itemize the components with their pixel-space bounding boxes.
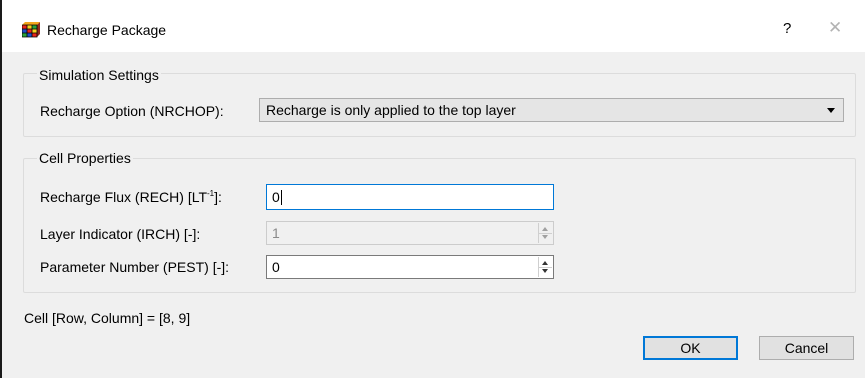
spin-up-icon[interactable]	[542, 261, 548, 265]
ok-button[interactable]: OK	[643, 336, 738, 360]
parameter-number-label: Parameter Number (PEST) [-]:	[40, 259, 230, 275]
chevron-down-icon[interactable]	[827, 108, 835, 113]
recharge-flux-input[interactable]: 0	[266, 184, 554, 210]
recharge-flux-value: 0	[272, 189, 280, 205]
simulation-settings-title: Simulation Settings	[37, 67, 161, 83]
layer-indicator-label: Layer Indicator (IRCH) [-]:	[40, 226, 201, 242]
title-bar: Recharge Package ? ✕	[2, 0, 865, 52]
spin-up-icon[interactable]	[542, 227, 548, 231]
cell-location-status: Cell [Row, Column] = [8, 9]	[24, 310, 191, 326]
dialog-body: Simulation Settings Recharge Option (NRC…	[2, 52, 865, 378]
spin-down-icon[interactable]	[542, 269, 548, 273]
parameter-number-value: 0	[272, 259, 280, 275]
text-caret	[281, 190, 282, 205]
layer-indicator-spinbox[interactable]: 1	[266, 221, 554, 245]
parameter-number-spin-buttons[interactable]	[538, 257, 552, 277]
recharge-option-label: Recharge Option (NRCHOP):	[40, 103, 224, 119]
close-button[interactable]: ✕	[828, 18, 842, 38]
window-title: Recharge Package	[47, 22, 167, 38]
layer-indicator-value: 1	[272, 225, 280, 241]
recharge-flux-label: Recharge Flux (RECH) [LT-1]:	[40, 189, 222, 205]
parameter-number-spinbox[interactable]: 0	[266, 255, 554, 279]
recharge-option-value: Recharge is only applied to the top laye…	[266, 102, 516, 118]
app-grid-icon	[21, 22, 40, 38]
recharge-option-dropdown[interactable]: Recharge is only applied to the top laye…	[259, 98, 844, 122]
layer-indicator-spin-buttons[interactable]	[538, 223, 552, 243]
cancel-button[interactable]: Cancel	[759, 336, 854, 360]
spin-down-icon[interactable]	[542, 235, 548, 239]
cell-properties-title: Cell Properties	[37, 150, 133, 166]
help-button[interactable]: ?	[783, 20, 791, 37]
